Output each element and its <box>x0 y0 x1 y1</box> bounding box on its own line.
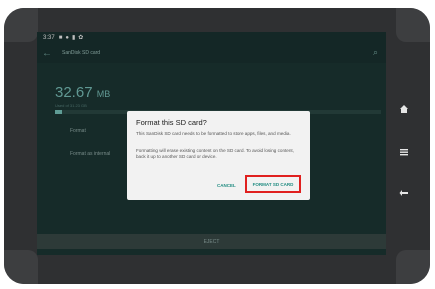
home-icon-glyph <box>400 105 408 113</box>
back-icon[interactable] <box>397 185 411 203</box>
bumper-corner <box>4 250 38 284</box>
dialog-body-1: This SanDisk SD card needs to be formatt… <box>136 131 291 136</box>
menu-icon[interactable] <box>397 144 411 162</box>
format-sd-card-button[interactable]: FORMAT SD CARD <box>245 175 301 193</box>
menu-icon-glyph <box>400 149 408 156</box>
dialog-title: Format this SD card? <box>136 118 207 127</box>
cancel-button[interactable]: CANCEL <box>217 183 236 188</box>
bumper-corner <box>396 250 430 284</box>
home-icon[interactable] <box>397 101 411 119</box>
dialog-body-2: Formatting will erase existing content o… <box>136 148 294 159</box>
bumper-corner <box>396 8 430 42</box>
format-dialog: Format this SD card? This SanDisk SD car… <box>127 111 310 200</box>
bumper-corner <box>4 8 38 42</box>
back-icon-glyph <box>399 190 408 196</box>
